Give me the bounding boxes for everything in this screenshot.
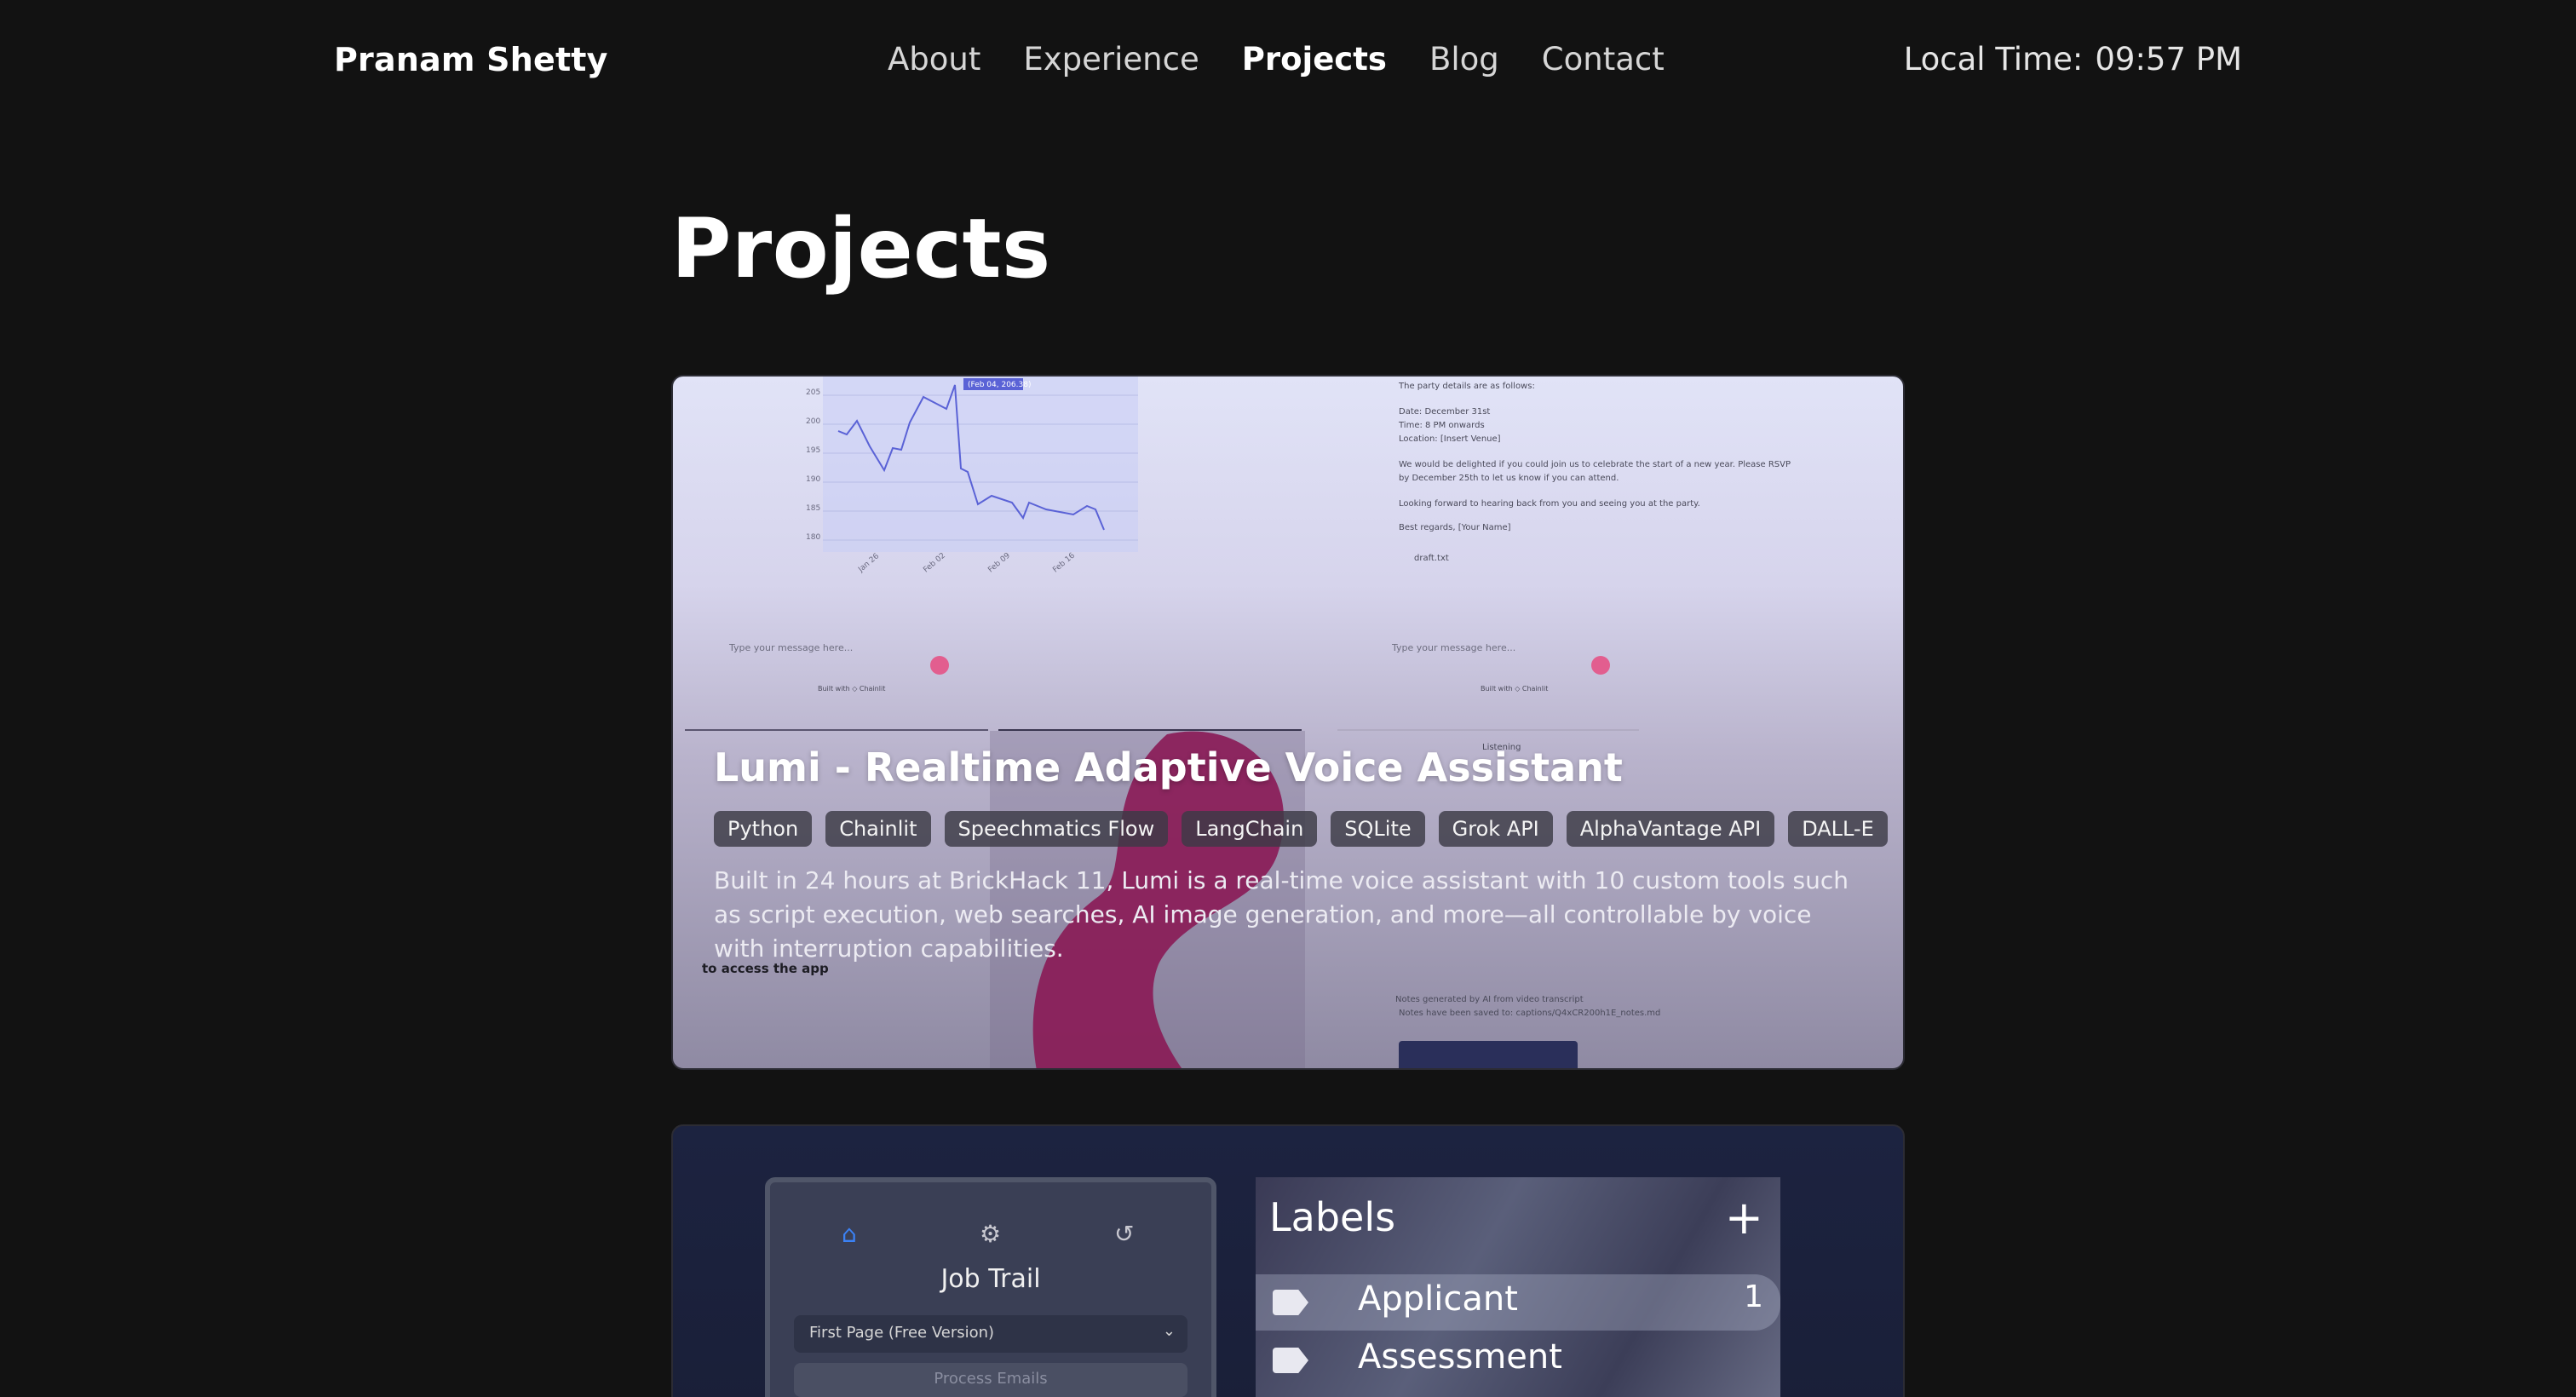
preview-notes-caption: Notes generated by AI from video transcr… (1395, 995, 1584, 1004)
home-icon: ⌂ (842, 1220, 857, 1248)
preview-input-right: Type your message here... (1392, 642, 1516, 653)
project-card-job-trail[interactable]: ⌂ ⚙ ↺ Job Trail First Page (Free Version… (671, 1124, 1905, 1397)
tag: Speechmatics Flow (944, 811, 1169, 847)
local-time-value: 09:57 PM (2095, 41, 2242, 78)
preview-email-line: The party details are as follows: (1399, 382, 1535, 391)
preview-email-line: Date: December 31st (1399, 407, 1491, 417)
chart-tick-y: 200 (806, 417, 821, 426)
label-name: Assessment (1358, 1337, 1562, 1377)
preview-chart: (Feb 04, 206.38) (823, 377, 1138, 552)
local-time: Local Time: 09:57 PM (1904, 41, 2242, 78)
preview-divider (685, 729, 988, 731)
chart-tick-x: Jan 26 (857, 552, 882, 574)
nav-contact[interactable]: Contact (1542, 41, 1665, 78)
label-count: 1 (1744, 1279, 1763, 1314)
chart-tick-y: 205 (806, 388, 821, 397)
page-title: Projects (671, 201, 1051, 296)
preview-built-with: Built with ◇ Chainlit (1481, 685, 1549, 693)
preview-email-line: We would be delighted if you could join … (1399, 460, 1791, 469)
preview-email-line: Looking forward to hearing back from you… (1399, 499, 1700, 509)
label-icon (1273, 1290, 1308, 1315)
history-icon: ↺ (1114, 1220, 1135, 1248)
preview-line-chart: (Feb 04, 206.38) (823, 378, 1138, 541)
process-emails-button: Process Emails (794, 1363, 1187, 1397)
nav-blog[interactable]: Blog (1429, 41, 1499, 78)
tag: AlphaVantage API (1566, 811, 1775, 847)
tag: SQLite (1331, 811, 1425, 847)
preview-labels-panel: Labels + Applicant 1 Assessment (1256, 1177, 1780, 1397)
nav-about[interactable]: About (888, 41, 980, 78)
preview-send-icon (930, 656, 949, 675)
preview-thumbnail (1399, 1041, 1578, 1068)
plus-icon: + (1724, 1191, 1763, 1245)
project-tags: Python Chainlit Speechmatics Flow LangCh… (714, 811, 1888, 847)
chart-tick-y: 190 (806, 475, 821, 484)
gear-icon: ⚙ (980, 1220, 1002, 1248)
label-icon (1273, 1348, 1308, 1373)
preview-input-left: Type your message here... (729, 642, 854, 653)
preview-email-line: Location: [Insert Venue] (1399, 434, 1501, 444)
preview-notes-saved: Notes have been saved to: captions/Q4xCR… (1399, 1009, 1661, 1018)
preview-send-icon (1591, 656, 1610, 675)
label-row: Assessment (1256, 1332, 1780, 1388)
preview-built-with: Built with ◇ Chainlit (818, 685, 886, 693)
chart-tick-x: Feb 09 (986, 551, 1012, 575)
chart-tick-x: Feb 16 (1051, 551, 1077, 575)
local-time-label: Local Time: (1903, 41, 2084, 78)
chart-tick-y: 180 (806, 533, 821, 542)
version-select: First Page (Free Version) ⌄ (794, 1315, 1187, 1353)
tag: LangChain (1182, 811, 1318, 847)
project-description: Built in 24 hours at BrickHack 11, Lumi … (714, 866, 1849, 963)
chart-tick-x: Feb 02 (922, 551, 947, 575)
project-card-lumi[interactable]: (Feb 04, 206.38) 205 200 195 190 185 180… (671, 375, 1905, 1070)
preview-job-trail-panel: ⌂ ⚙ ↺ Job Trail First Page (Free Version… (765, 1177, 1216, 1397)
chevron-down-icon: ⌄ (1162, 1322, 1176, 1340)
version-select-value: First Page (Free Version) (809, 1324, 995, 1342)
label-row: Applicant 1 (1256, 1274, 1780, 1331)
project-title[interactable]: Lumi - Realtime Adaptive Voice Assistant (714, 744, 1623, 790)
tag: DALL-E (1788, 811, 1888, 847)
tag: Chainlit (825, 811, 931, 847)
main-nav: About Experience Projects Blog Contact (888, 41, 1665, 78)
chart-tick-y: 195 (806, 446, 821, 455)
preview-attachment: draft.txt (1414, 554, 1449, 563)
tag: Grok API (1438, 811, 1553, 847)
preview-divider (1337, 729, 1639, 731)
nav-projects[interactable]: Projects (1242, 41, 1387, 78)
nav-experience[interactable]: Experience (1023, 41, 1199, 78)
chart-tick-y: 185 (806, 504, 821, 513)
preview-chart-tooltip: (Feb 04, 206.38) (968, 381, 1031, 389)
preview-email-line: Best regards, [Your Name] (1399, 523, 1511, 532)
label-name: Applicant (1358, 1279, 1518, 1319)
labels-title: Labels (1269, 1194, 1396, 1240)
portfolio-page: Pranam Shetty About Experience Projects … (0, 0, 2576, 1397)
preview-email-line: Time: 8 PM onwards (1399, 421, 1485, 430)
job-trail-title: Job Trail (940, 1264, 1041, 1294)
site-brand[interactable]: Pranam Shetty (334, 41, 608, 78)
preview-email-line: by December 25th to let us know if you c… (1399, 474, 1619, 483)
tag: Python (714, 811, 813, 847)
